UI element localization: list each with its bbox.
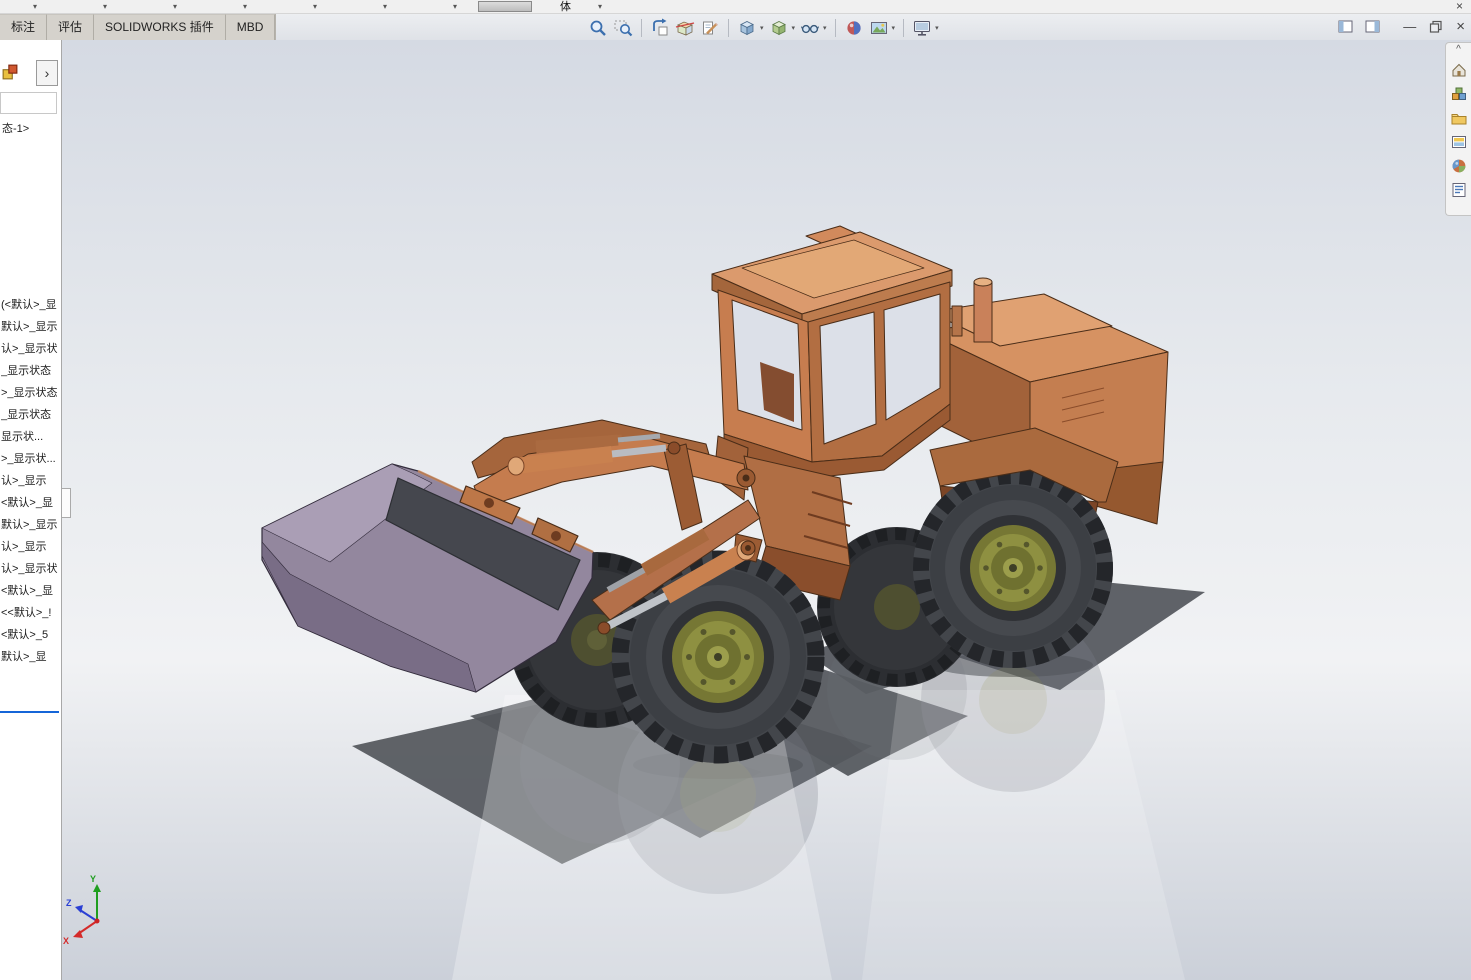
tab-solidworks-addins[interactable]: SOLIDWORKS 插件	[94, 14, 226, 40]
tree-item[interactable]: >_显示状...	[1, 448, 61, 470]
tree-item[interactable]: 默认>_显	[1, 646, 61, 668]
tree-item[interactable]: (<默认>_显	[1, 294, 61, 316]
pane-toggle-group	[1338, 20, 1381, 34]
custom-properties-icon[interactable]	[1450, 181, 1468, 199]
menu-caret-icon[interactable]: ▾	[0, 0, 70, 14]
display-style-caret-icon[interactable]: ▾	[792, 24, 796, 32]
tree-root-node[interactable]: 态-1>	[2, 120, 29, 136]
feature-tree-items: (<默认>_显 默认>_显示 认>_显示状 _显示状态 >_显示状态 _显示状态 显示状..…	[1, 294, 61, 668]
toolbar-pressed-button[interactable]	[478, 1, 532, 12]
menu-bar: ▾ ▾ ▾ ▾ ▾ ▾ ▾ 体 ▾ ×	[0, 0, 1471, 14]
tree-item[interactable]: >_显示状态	[1, 382, 61, 404]
tree-item[interactable]: 认>_显示	[1, 536, 61, 558]
pane-toggle-right-icon[interactable]	[1365, 20, 1381, 34]
rollback-bar[interactable]	[0, 711, 59, 713]
document-tab-caret-icon[interactable]: ▾	[598, 0, 602, 14]
command-manager-tabs: 标注 评估 SOLIDWORKS 插件 MBD	[0, 14, 277, 40]
panel-expand-button[interactable]: ›	[36, 60, 58, 86]
hide-show-items-icon[interactable]	[800, 18, 820, 38]
tree-display-pane-edge	[0, 92, 57, 114]
tree-item[interactable]: 默认>_显示	[1, 514, 61, 536]
dynamic-annotation-views-icon[interactable]	[700, 18, 720, 38]
tab-evaluate[interactable]: 评估	[47, 14, 95, 40]
document-title-tab[interactable]: 体	[560, 0, 571, 14]
view-settings-icon[interactable]	[912, 18, 932, 38]
tree-item[interactable]: <默认>_显	[1, 580, 61, 602]
tree-item[interactable]: _显示状态	[1, 404, 61, 426]
menu-caret-icon[interactable]: ▾	[280, 0, 350, 14]
window-controls: — ×	[1403, 17, 1465, 37]
menu-caret-icon[interactable]: ▾	[70, 0, 140, 14]
menu-caret-icon[interactable]: ▾	[140, 0, 210, 14]
graphics-area[interactable]	[62, 40, 1471, 980]
appearances-scenes-icon[interactable]	[1450, 157, 1468, 175]
pane-toggle-left-icon[interactable]	[1338, 20, 1354, 34]
restore-button[interactable]	[1429, 20, 1443, 34]
solidworks-window: Y Z X ▾ ▾ ▾ ▾ ▾ ▾ ▾ 体 ▾ × 标注 评估 SOLIDWORKS 插件 …	[0, 0, 1471, 980]
edit-appearance-icon[interactable]	[844, 18, 864, 38]
toolbar-separator	[834, 19, 836, 37]
command-manager-row: 标注 评估 SOLIDWORKS 插件 MBD ▾ ▾ ▾ ▾ ▾ — ×	[0, 14, 1471, 40]
propertymanager-flyout-tab[interactable]	[62, 488, 71, 518]
tree-item[interactable]: 认>_显示状	[1, 558, 61, 580]
heads-up-view-toolbar: ▾ ▾ ▾ ▾ ▾	[588, 17, 939, 39]
previous-view-icon[interactable]	[650, 18, 670, 38]
tab-mbd[interactable]: MBD	[225, 14, 276, 40]
tree-item[interactable]: <<默认>_!	[1, 602, 61, 624]
minimize-button[interactable]: —	[1403, 17, 1416, 37]
zoom-to-area-icon[interactable]	[613, 18, 633, 38]
feature-manager-panel: › 态-1> (<默认>_显 默认>_显示 认>_显示状 _显示状态 >_显示状态 _显示…	[0, 40, 62, 980]
tree-item[interactable]: 认>_显示状	[1, 338, 61, 360]
tree-item[interactable]: <默认>_5	[1, 624, 61, 646]
tree-item[interactable]: 认>_显示	[1, 470, 61, 492]
view-orientation-icon[interactable]	[737, 18, 757, 38]
view-settings-caret-icon[interactable]: ▾	[935, 24, 939, 32]
toolbar-separator	[641, 19, 642, 37]
assembly-icon	[2, 64, 18, 80]
zoom-to-fit-icon[interactable]	[588, 18, 608, 38]
toolbar-separator	[903, 19, 905, 37]
task-pane-strip: ^	[1445, 42, 1471, 216]
toolbar-separator	[728, 19, 729, 37]
view-orientation-caret-icon[interactable]: ▾	[760, 24, 764, 32]
view-palette-icon[interactable]	[1450, 133, 1468, 151]
tree-item[interactable]: 默认>_显示	[1, 316, 61, 338]
menu-flyout-carets: ▾ ▾ ▾ ▾ ▾ ▾ ▾	[0, 0, 490, 14]
tree-item[interactable]: _显示状态	[1, 360, 61, 382]
design-library-icon[interactable]	[1450, 85, 1468, 103]
section-view-icon[interactable]	[675, 18, 695, 38]
tree-item[interactable]: <默认>_显	[1, 492, 61, 514]
tree-item[interactable]: 显示状...	[1, 426, 61, 448]
document-close-icon[interactable]: ×	[1456, 0, 1463, 13]
file-explorer-icon[interactable]	[1450, 109, 1468, 127]
apply-scene-caret-icon[interactable]: ▾	[892, 24, 896, 32]
hide-show-items-caret-icon[interactable]: ▾	[823, 24, 827, 32]
menu-caret-icon[interactable]: ▾	[210, 0, 280, 14]
solidworks-resources-icon[interactable]	[1450, 61, 1468, 79]
apply-scene-icon[interactable]	[869, 18, 889, 38]
tab-annotations[interactable]: 标注	[0, 14, 48, 40]
task-pane-collapse-icon[interactable]: ^	[1456, 45, 1461, 55]
display-style-icon[interactable]	[769, 18, 789, 38]
close-button[interactable]: ×	[1456, 17, 1465, 37]
menu-caret-icon[interactable]: ▾	[350, 0, 420, 14]
